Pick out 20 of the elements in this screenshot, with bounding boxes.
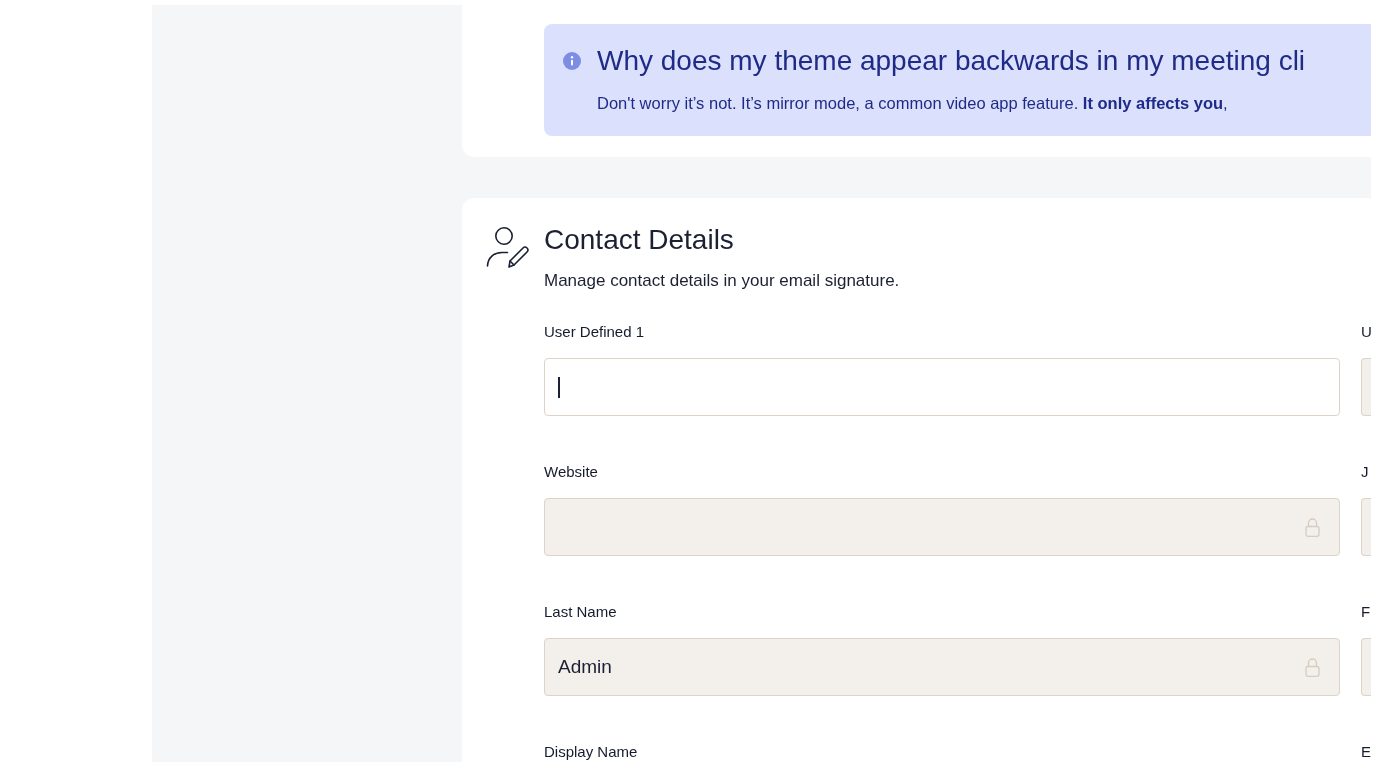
field-label: Website [544, 463, 599, 481]
info-icon [563, 52, 581, 70]
field-label: J [1361, 463, 1370, 481]
input-field[interactable] [544, 358, 1340, 416]
section-description: Manage contact details in your email signature. [544, 270, 901, 292]
field-label: U [1361, 323, 1371, 341]
banner-title: Why does my theme appear backwards in my meeting cli [597, 44, 1307, 78]
input-field[interactable]: Admin [544, 638, 1340, 696]
input-field[interactable] [544, 498, 1340, 556]
field-label: Last Name [544, 603, 618, 621]
banner-text: Don't worry it’s not. It’s mirror mode, a common video app feature. It only affects you, [597, 93, 1229, 114]
section-title: Contact Details [544, 223, 735, 257]
field-label: Display Name [544, 743, 639, 761]
input-field[interactable] [1361, 498, 1371, 556]
field-label: User Defined 1 [544, 323, 646, 341]
person-pencil-icon [486, 227, 530, 268]
field-label: E [1361, 743, 1371, 761]
field-label: F [1361, 603, 1371, 621]
input-field[interactable] [1361, 358, 1371, 416]
input-field[interactable] [1361, 638, 1371, 696]
